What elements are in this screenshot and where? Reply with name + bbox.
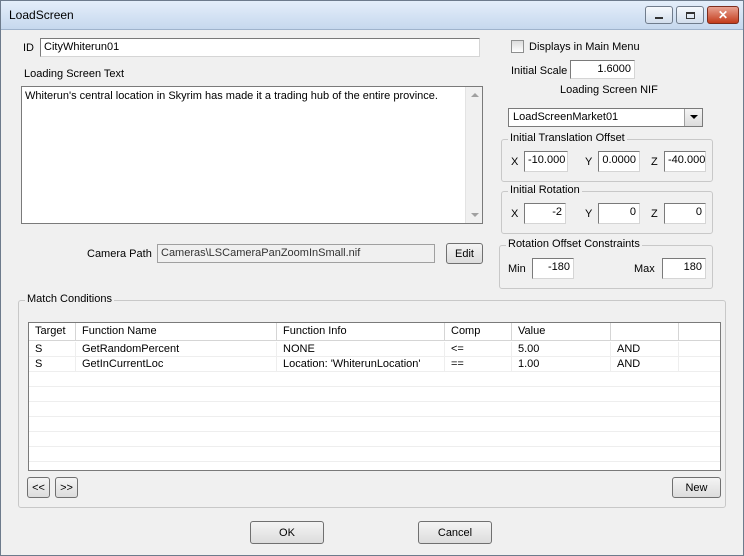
chevron-down-icon[interactable] xyxy=(684,109,702,126)
maximize-icon xyxy=(685,11,695,19)
table-row xyxy=(29,387,720,402)
rotation-x-label: X xyxy=(511,208,519,220)
col-comp[interactable]: Comp xyxy=(445,323,512,341)
scroll-down-icon[interactable] xyxy=(471,213,479,217)
rotation-y-label: Y xyxy=(585,208,593,220)
maximize-button[interactable] xyxy=(676,6,704,24)
col-extra[interactable] xyxy=(611,323,679,341)
rotation-y-field[interactable]: 0 xyxy=(598,203,640,224)
initial-scale-label: Initial Scale xyxy=(511,65,568,77)
cell-function-info: NONE xyxy=(277,342,445,357)
camera-path-label: Camera Path xyxy=(87,248,152,260)
close-icon: ✕ xyxy=(717,8,729,22)
nif-label: Loading Screen NIF xyxy=(560,84,658,96)
col-function-name[interactable]: Function Name xyxy=(76,323,277,341)
table-row xyxy=(29,402,720,417)
window-title: LoadScreen xyxy=(9,8,74,22)
translation-z-field[interactable]: -40.000 xyxy=(664,151,706,172)
col-target[interactable]: Target xyxy=(29,323,76,341)
cell-value: 1.00 xyxy=(512,357,611,372)
rotation-z-field[interactable]: 0 xyxy=(664,203,706,224)
cell-function-info: Location: 'WhiterunLocation' xyxy=(277,357,445,372)
constraints-min-label: Min xyxy=(508,263,526,275)
loadscreen-window: LoadScreen ✕ ID CityWhiterun01 Loading S… xyxy=(0,0,744,556)
initial-scale-field[interactable]: 1.6000 xyxy=(570,60,635,79)
constraints-max-label: Max xyxy=(634,263,655,275)
translation-x-label: X xyxy=(511,156,519,168)
table-row[interactable]: S GetRandomPercent NONE <= 5.00 AND xyxy=(29,342,720,357)
loading-text-label: Loading Screen Text xyxy=(24,68,125,80)
constraints-title: Rotation Offset Constraints xyxy=(506,238,642,250)
next-button[interactable]: >> xyxy=(55,477,78,498)
title-bar: LoadScreen ✕ xyxy=(1,1,743,30)
cell-comp: == xyxy=(445,357,512,372)
table-row xyxy=(29,432,720,447)
ok-button[interactable]: OK xyxy=(250,521,324,544)
loading-text-value: Whiterun's central location in Skyrim ha… xyxy=(25,90,438,102)
table-row xyxy=(29,447,720,462)
conditions-table: Target Function Name Function Info Comp … xyxy=(28,322,721,471)
cell-function-name: GetInCurrentLoc xyxy=(76,357,277,372)
conditions-title: Match Conditions xyxy=(25,293,114,305)
nif-selected-value: LoadScreenMarket01 xyxy=(513,111,619,123)
rotation-x-field[interactable]: -2 xyxy=(524,203,566,224)
new-condition-button[interactable]: New xyxy=(672,477,721,498)
table-row xyxy=(29,417,720,432)
cell-comp: <= xyxy=(445,342,512,357)
camera-path-field: Cameras\LSCameraPanZoomInSmall.nif xyxy=(157,244,435,263)
cell-logic: AND xyxy=(611,357,679,372)
id-field[interactable]: CityWhiterun01 xyxy=(40,38,480,57)
cell-logic: AND xyxy=(611,342,679,357)
translation-title: Initial Translation Offset xyxy=(508,132,627,144)
loading-text-area[interactable]: Whiterun's central location in Skyrim ha… xyxy=(21,86,483,224)
col-value[interactable]: Value xyxy=(512,323,611,341)
minimize-icon xyxy=(655,16,663,19)
cell-target: S xyxy=(29,357,76,372)
scroll-up-icon[interactable] xyxy=(471,93,479,97)
prev-button[interactable]: << xyxy=(27,477,50,498)
translation-x-field[interactable]: -10.000 xyxy=(524,151,568,172)
translation-z-label: Z xyxy=(651,156,658,168)
close-button[interactable]: ✕ xyxy=(707,6,739,24)
translation-y-field[interactable]: 0.0000 xyxy=(598,151,640,172)
constraints-min-field[interactable]: -180 xyxy=(532,258,574,279)
displays-main-menu-label: Displays in Main Menu xyxy=(529,41,640,53)
col-function-info[interactable]: Function Info xyxy=(277,323,445,341)
displays-main-menu-checkbox[interactable] xyxy=(511,40,524,53)
edit-button[interactable]: Edit xyxy=(446,243,483,264)
minimize-button[interactable] xyxy=(645,6,673,24)
cell-function-name: GetRandomPercent xyxy=(76,342,277,357)
rotation-title: Initial Rotation xyxy=(508,184,582,196)
cell-value: 5.00 xyxy=(512,342,611,357)
nif-select[interactable]: LoadScreenMarket01 xyxy=(508,108,703,127)
table-row xyxy=(29,372,720,387)
table-header: Target Function Name Function Info Comp … xyxy=(29,323,720,341)
id-label: ID xyxy=(23,42,34,54)
cell-target: S xyxy=(29,342,76,357)
cancel-button[interactable]: Cancel xyxy=(418,521,492,544)
translation-y-label: Y xyxy=(585,156,593,168)
table-row[interactable]: S GetInCurrentLoc Location: 'WhiterunLoc… xyxy=(29,357,720,372)
rotation-z-label: Z xyxy=(651,208,658,220)
text-scrollbar[interactable] xyxy=(465,87,482,223)
constraints-max-field[interactable]: 180 xyxy=(662,258,706,279)
